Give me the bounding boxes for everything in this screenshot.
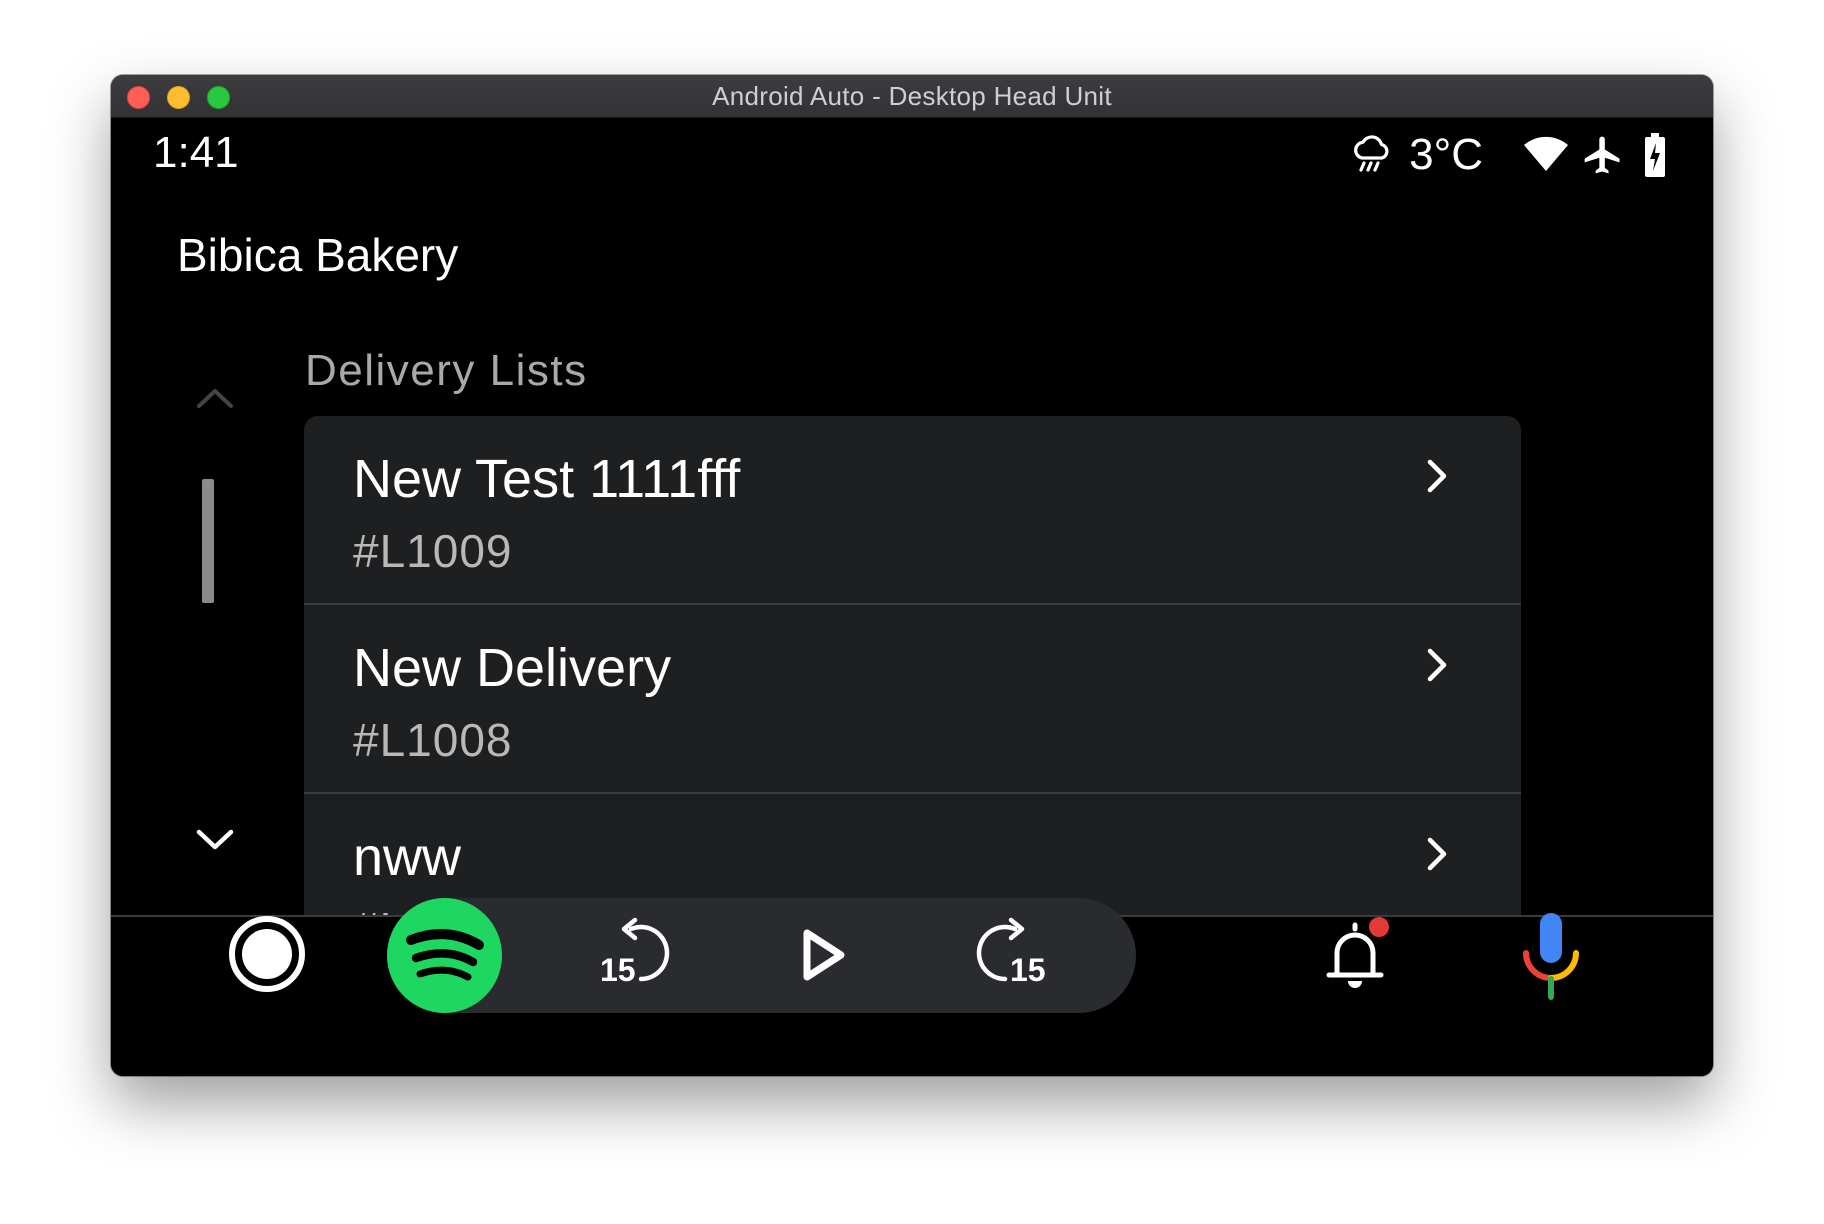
scrollbar-thumb[interactable] (202, 479, 214, 603)
temperature: 3°C (1409, 130, 1483, 179)
battery-charging-icon (1645, 133, 1665, 177)
notification-dot (1369, 917, 1389, 937)
list-card: New Test 1111fff #L1009 New Delivery #L1… (304, 416, 1521, 915)
list-item-subtitle: #L1009 (353, 525, 513, 577)
wifi-icon (1524, 136, 1568, 171)
app-window: Android Auto - Desktop Head Unit 1:41 3°… (111, 75, 1713, 1076)
rewind-15-button[interactable]: 15 (591, 915, 671, 995)
scroll-up-button[interactable] (189, 378, 241, 418)
chevron-right-icon (1427, 648, 1447, 682)
home-button[interactable] (227, 914, 307, 994)
forward-15-button[interactable]: 15 (975, 915, 1055, 995)
app-title: Bibica Bakery (177, 229, 459, 281)
notifications-button[interactable] (1315, 915, 1395, 995)
section-header: Delivery Lists (305, 346, 588, 395)
chevron-right-icon (1427, 459, 1447, 493)
chevron-right-icon (1427, 837, 1447, 871)
list-item[interactable]: New Delivery #L1008 (304, 605, 1521, 794)
title-bar: Android Auto - Desktop Head Unit (111, 75, 1713, 118)
list-item[interactable]: New Test 1111fff #L1009 (304, 416, 1521, 605)
list-item-title: New Test 1111fff (353, 449, 741, 509)
status-icons: 3°C (1351, 130, 1667, 180)
spotify-icon[interactable] (387, 898, 502, 1013)
delivery-list: New Test 1111fff #L1009 New Delivery #L1… (304, 416, 1521, 915)
list-item[interactable]: nww #L1007 (304, 794, 1521, 915)
list-item-title: nww (353, 827, 462, 887)
play-button[interactable] (781, 915, 861, 995)
status-time: 1:41 (153, 128, 239, 177)
list-item-title: New Delivery (353, 638, 672, 698)
microphone-icon[interactable] (1511, 907, 1591, 1003)
list-item-subtitle: #L1008 (353, 714, 513, 766)
window-title: Android Auto - Desktop Head Unit (712, 81, 1112, 111)
forward-seconds-label: 15 (1010, 952, 1046, 988)
cloud-rain-icon (1354, 135, 1389, 172)
scroll-down-button[interactable] (189, 820, 241, 860)
airplane-icon (1584, 136, 1620, 174)
rewind-seconds-label: 15 (600, 952, 636, 988)
